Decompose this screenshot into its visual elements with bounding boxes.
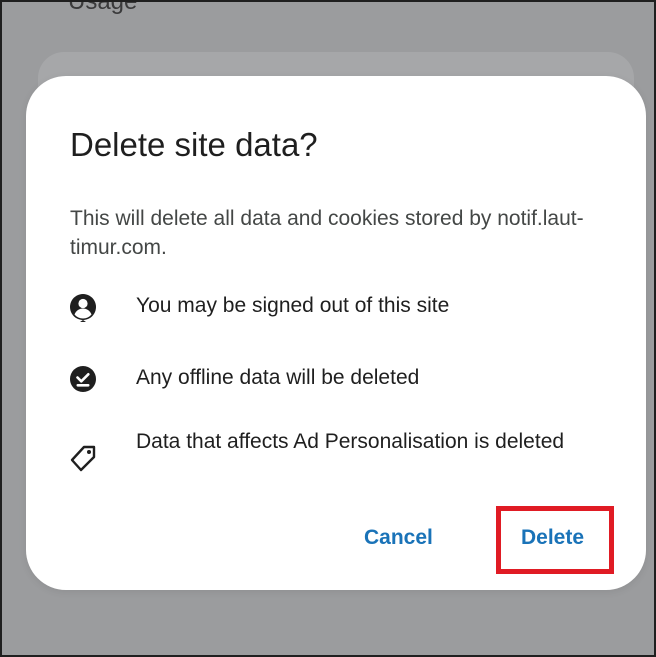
list-item-ad-personalisation: Data that affects Ad Personalisation is … [68, 428, 586, 472]
background-heading: Usage [68, 0, 138, 15]
dialog-title: Delete site data? [70, 126, 318, 163]
screen: Usage Delete site data? This will delete… [0, 0, 656, 657]
list-item-signed-out: You may be signed out of this site [68, 292, 586, 322]
tag-icon [68, 442, 98, 472]
list-item-label: Any offline data will be deleted [136, 366, 420, 389]
dialog-description: This will delete all data and cookies st… [70, 207, 584, 259]
account-circle-icon [68, 292, 98, 322]
offline-check-icon [68, 364, 98, 394]
list-item-offline-data: Any offline data will be deleted [68, 364, 586, 394]
list-item-label: You may be signed out of this site [136, 294, 450, 317]
delete-highlight-box [496, 506, 614, 574]
list-item-label: Data that affects Ad Personalisation is … [136, 430, 565, 453]
cancel-button[interactable]: Cancel [364, 526, 433, 550]
